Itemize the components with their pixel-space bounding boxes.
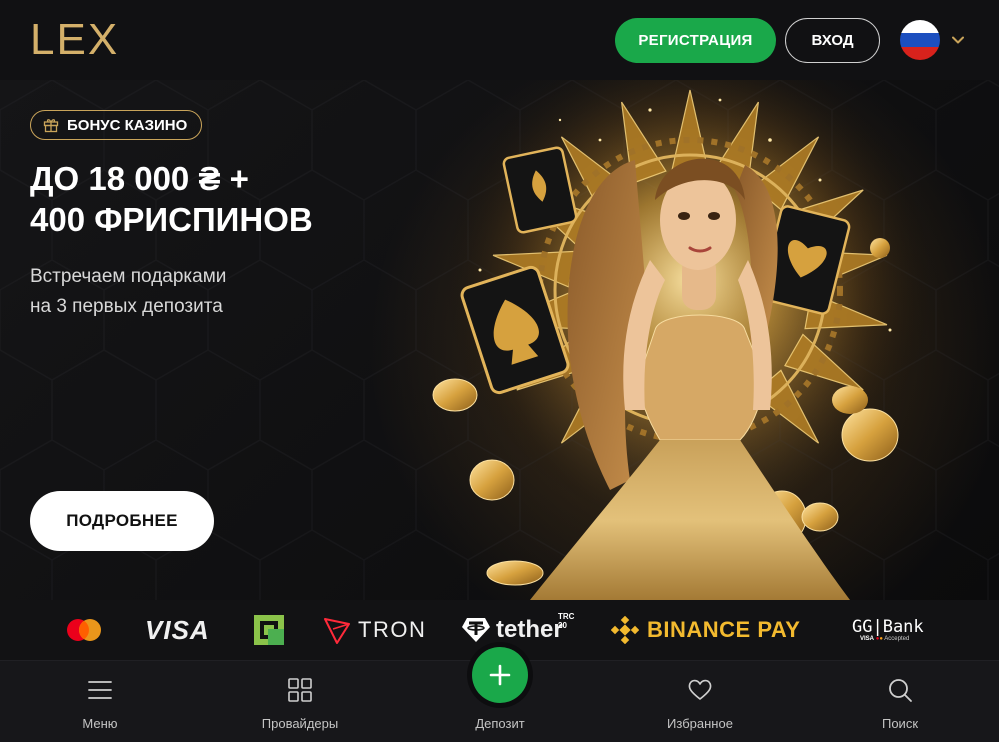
privatbank-icon [254,600,284,660]
nav-item-menu[interactable]: Меню [40,661,160,742]
hero-subtitle-line: на 3 первых депозита [30,296,223,317]
hero-subtitle-line: Встречаем подарками [30,266,227,287]
tether-label: tether [496,616,563,643]
nav-label-deposit: Депозит [475,716,525,731]
hero-title-line: ДО 18 000 ₴ + [30,160,249,197]
menu-icon [88,681,112,699]
search-icon [889,679,912,702]
hero-title-line: 400 ФРИСПИНОВ [30,201,313,238]
register-button[interactable]: РЕГИСТРАЦИЯ [615,18,776,63]
nav-label-providers: Провайдеры [261,716,339,731]
deposit-button[interactable] [472,647,528,703]
ggbank-accepted: VISA ●● Accepted [860,636,910,642]
nav-label-search: Поиск [881,716,919,731]
nav-label-menu: Меню [82,716,118,731]
hero-illustration [432,80,940,600]
russia-flag-icon [900,20,940,60]
binance-label: BINANCE PAY [647,617,801,642]
hero-banner: БОНУС КАЗИНО ДО 18 000 ₴ + 400 ФРИСПИНОВ… [0,80,999,600]
hero-subtitle: Встречаем подарками на 3 первых депозита [30,262,330,322]
ggbank-accepted-label: Accepted [884,636,910,642]
visa-label: VISA [145,614,210,645]
nav-item-search[interactable]: Поиск [840,661,960,742]
visa-logo: VISA [145,600,210,660]
language-selector[interactable] [900,20,972,60]
trc20-badge: TRC 20 [558,612,575,630]
logo[interactable]: LEX [30,18,119,62]
gift-icon [43,119,59,133]
nav-item-favorites[interactable]: Избранное [640,661,760,742]
more-button[interactable]: ПОДРОБНЕЕ [30,491,214,551]
heart-icon [688,679,712,700]
binance-logo: BINANCE PAY [611,600,800,660]
tron-logo: TRON [322,600,426,660]
hero-title: ДО 18 000 ₴ + 400 ФРИСПИНОВ [30,158,450,240]
bonus-badge-label: БОНУС КАЗИНО [67,116,188,134]
tether-icon [462,618,490,642]
tron-label: TRON [358,617,427,642]
header: LEX РЕГИСТРАЦИЯ ВХОД [0,0,999,80]
nav-label-favorites: Избранное [667,716,733,731]
login-button[interactable]: ВХОД [785,18,880,63]
chevron-down-icon [952,36,964,44]
mastercard-icon [64,600,104,660]
bonus-badge: БОНУС КАЗИНО [30,110,203,140]
nav-item-providers[interactable]: Провайдеры [240,661,360,742]
ggbank-logo: GG|Bank VISA ●● Accepted [852,600,924,660]
binance-icon [611,616,639,644]
grid-icon [288,678,312,702]
tron-icon [324,618,350,644]
plus-icon [489,664,511,686]
ggbank-label: GG|Bank [852,617,924,637]
